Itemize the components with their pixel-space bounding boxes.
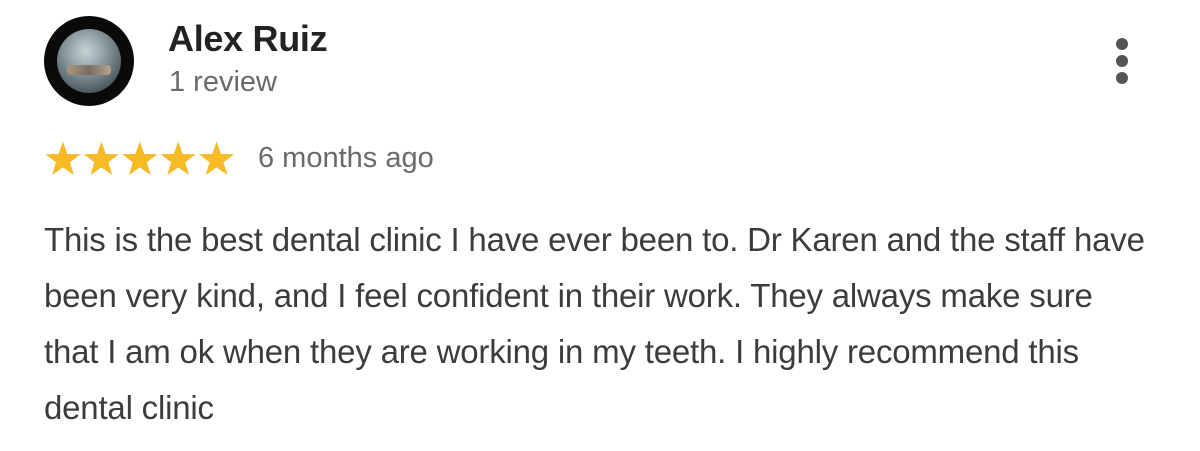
more-vertical-icon <box>1116 38 1128 50</box>
star-icon <box>83 141 119 175</box>
more-vertical-icon <box>1116 55 1128 67</box>
star-icon <box>199 141 235 175</box>
reviewer-name[interactable]: Alex Ruiz <box>168 18 328 60</box>
reviewer-review-count: 1 review <box>169 66 277 98</box>
star-icon <box>122 141 158 175</box>
more-options-button[interactable] <box>1106 36 1138 86</box>
star-rating <box>44 139 236 179</box>
avatar-photo <box>57 29 121 93</box>
more-vertical-icon <box>1116 72 1128 84</box>
star-icon <box>160 141 196 175</box>
review-time: 6 months ago <box>258 142 434 174</box>
review-text: This is the best dental clinic I have ev… <box>44 221 1145 426</box>
reviewer-avatar[interactable] <box>44 16 134 106</box>
review-card: Alex Ruiz 1 review 6 months ago This is … <box>0 0 1200 451</box>
star-icon <box>45 141 81 175</box>
